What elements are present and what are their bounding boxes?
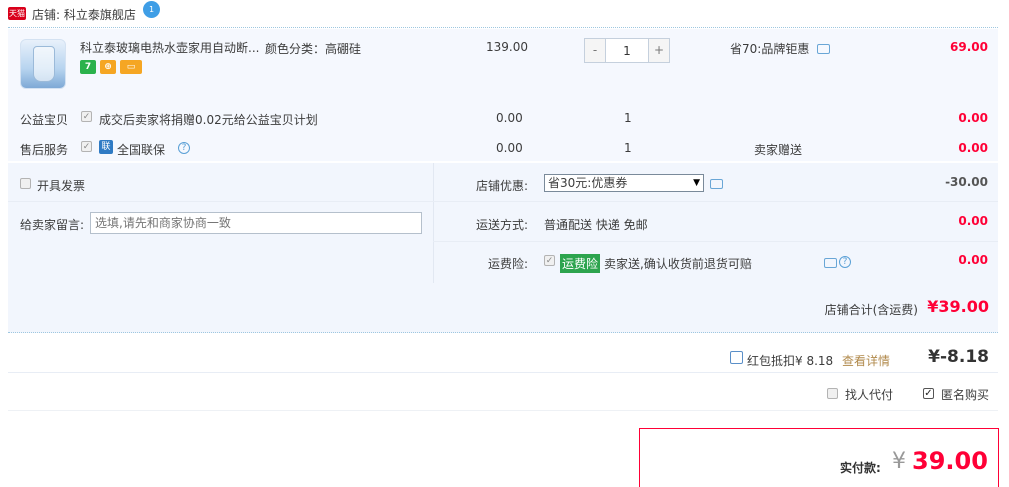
charity-label: 公益宝贝 <box>20 113 69 127</box>
nationwide-warranty-icon: 联 <box>99 140 113 154</box>
quantity-plus-button[interactable]: + <box>649 39 669 62</box>
quantity-minus-button[interactable]: - <box>585 39 605 62</box>
aftersale-amount: 0.00 <box>958 141 988 155</box>
quantity-stepper: - + <box>584 38 670 63</box>
credit-card-icon: ▭ <box>120 60 142 74</box>
row-divider <box>8 410 998 411</box>
aftersale-quantity: 1 <box>624 141 632 155</box>
insurance-description: 卖家送,确认收货前退货可赔 <box>604 257 752 271</box>
aftersale-description: 全国联保 <box>117 143 166 157</box>
row-divider <box>8 372 998 373</box>
product-thumbnail[interactable] <box>20 39 66 89</box>
order-options: 开具发票 店铺优惠: 省30元:优惠券 ▼ -30.00 给卖家留言: 运送方式… <box>8 163 998 283</box>
seven-day-return-icon: 7 <box>80 60 96 74</box>
shop-total-label: 店铺合计(含运费) <box>824 303 918 317</box>
anonymous-checkbox[interactable] <box>923 388 934 399</box>
item-subtotal: 69.00 <box>950 40 988 54</box>
coupon-label: 店铺优惠: <box>476 179 529 193</box>
aftersale-help-icon[interactable]: ? <box>178 142 190 154</box>
aftersale-price: 0.00 <box>496 141 523 155</box>
invoice-checkbox[interactable] <box>20 178 31 189</box>
discount-text: 省70:品牌钜惠 <box>730 42 810 56</box>
charity-quantity: 1 <box>624 111 632 125</box>
guarantee-icon: ⊕ <box>100 60 116 74</box>
discount-info-icon[interactable] <box>817 44 831 54</box>
shipping-label: 运送方式: <box>476 218 529 232</box>
order-item: 科立泰玻璃电热水壶家用自动断... 颜色分类：高硼硅 7 ⊕ ▭ 139.00 … <box>8 29 998 161</box>
unit-price: 139.00 <box>486 40 528 54</box>
chat-icon[interactable]: 1 <box>143 1 160 18</box>
message-label: 给卖家留言: <box>20 218 85 232</box>
coupon-selected-value: 省30元:优惠券 <box>548 176 628 190</box>
charity-description: 成交后卖家将捐赠0.02元给公益宝贝计划 <box>99 113 318 127</box>
invoice-label: 开具发票 <box>37 179 86 193</box>
insurance-amount: 0.00 <box>958 253 988 267</box>
shipping-amount: 0.00 <box>958 214 988 228</box>
insurance-tag: 运费险 <box>560 254 601 273</box>
anonymous-label: 匿名购买 <box>941 388 990 402</box>
charity-price: 0.00 <box>496 111 523 125</box>
redpacket-checkbox[interactable] <box>730 351 743 364</box>
shop-total-row: 店铺合计(含运费) ¥39.00 <box>8 283 998 333</box>
redpacket-amount: ¥-8.18 <box>928 347 989 367</box>
charity-checkbox <box>81 111 92 122</box>
column-divider <box>433 163 434 283</box>
aftersale-label: 售后服务 <box>20 143 69 157</box>
redpacket-details-link[interactable]: 查看详情 <box>842 352 890 369</box>
proxy-pay-checkbox[interactable] <box>827 388 838 399</box>
row-divider <box>433 241 998 242</box>
insurance-help-icon[interactable]: ? <box>839 256 851 268</box>
proxy-pay-label: 找人代付 <box>845 388 894 402</box>
payment-summary: 实付款: ¥ 39.00 <box>639 428 999 487</box>
insurance-info-icon[interactable] <box>824 258 837 268</box>
aftersale-checkbox <box>81 141 92 152</box>
coupon-select[interactable]: 省30元:优惠券 ▼ <box>544 174 704 192</box>
row-divider <box>8 201 998 202</box>
coupon-info-icon[interactable] <box>710 179 723 189</box>
aftersale-note: 卖家赠送 <box>754 143 803 157</box>
insurance-label: 运费险: <box>488 257 529 271</box>
shop-header: 天猫 店铺: 科立泰旗舰店 1 <box>8 0 998 28</box>
redpacket-label: 红包抵扣¥ 8.18 <box>747 354 834 368</box>
payment-amount: 39.00 <box>912 447 988 475</box>
charity-amount: 0.00 <box>958 111 988 125</box>
dropdown-arrow-icon: ▼ <box>693 178 700 188</box>
insurance-checkbox <box>544 255 555 266</box>
shop-total-value: ¥39.00 <box>927 297 989 316</box>
tmall-badge-icon: 天猫 <box>8 7 26 20</box>
payment-currency: ¥ <box>892 449 906 474</box>
coupon-amount: -30.00 <box>945 175 988 189</box>
shop-name-link[interactable]: 店铺: 科立泰旗舰店 <box>32 6 136 23</box>
payment-label: 实付款: <box>840 461 881 475</box>
discount-label: 省70:品牌钜惠 <box>730 40 831 57</box>
shipping-method: 普通配送 快递 免邮 <box>544 218 648 232</box>
quantity-input[interactable] <box>605 39 649 62</box>
product-attribute: 颜色分类：高硼硅 <box>265 42 362 56</box>
message-input[interactable] <box>90 212 422 234</box>
